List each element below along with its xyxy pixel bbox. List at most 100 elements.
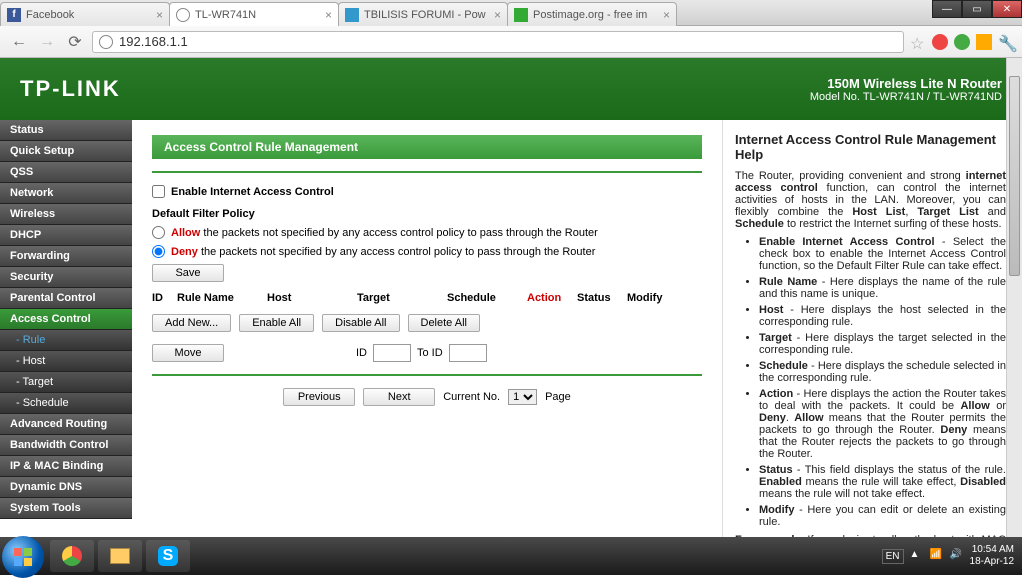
disable-all-button[interactable]: Disable All <box>322 314 399 332</box>
sidebar-item-advanced-routing[interactable]: Advanced Routing <box>0 414 132 435</box>
divider <box>152 171 702 173</box>
close-icon[interactable]: × <box>156 8 163 22</box>
ext-icon-2[interactable] <box>954 34 970 50</box>
windows-taskbar: S EN ▲ 📶 🔊 10:54 AM18-Apr-12 <box>0 537 1022 575</box>
th-host: Host <box>267 292 357 304</box>
sidebar-item-network[interactable]: Network <box>0 183 132 204</box>
help-intro: The Router, providing convenient and str… <box>735 170 1006 230</box>
help-item: Enable Internet Access Control - Select … <box>759 236 1006 272</box>
close-icon[interactable]: × <box>663 8 670 22</box>
url-bar[interactable]: 192.168.1.1 <box>92 31 904 53</box>
sidebar-sub-rule[interactable]: - Rule <box>0 330 132 351</box>
tab-label: Postimage.org - free im <box>533 9 647 21</box>
help-item: Rule Name - Here displays the name of th… <box>759 276 1006 300</box>
flag-icon[interactable]: ▲ <box>910 549 924 563</box>
id-input[interactable] <box>373 344 411 362</box>
sidebar-item-parental[interactable]: Parental Control <box>0 288 132 309</box>
page-select[interactable]: 1 <box>508 389 537 405</box>
sidebar-item-access-control[interactable]: Access Control <box>0 309 132 330</box>
deny-radio[interactable] <box>152 245 165 258</box>
close-icon[interactable]: × <box>494 8 501 22</box>
forward-button[interactable]: → <box>36 31 58 53</box>
sidebar-item-quick-setup[interactable]: Quick Setup <box>0 141 132 162</box>
minimize-button[interactable]: — <box>932 0 962 18</box>
url-text: 192.168.1.1 <box>119 34 188 49</box>
policy-heading: Default Filter Policy <box>152 208 702 220</box>
sidebar-item-qss[interactable]: QSS <box>0 162 132 183</box>
tab-forum[interactable]: TBILISIS FORUMI - Pow × <box>338 2 508 26</box>
wrench-icon[interactable]: 🔧 <box>998 34 1014 50</box>
sidebar-item-ddns[interactable]: Dynamic DNS <box>0 477 132 498</box>
sidebar-item-system-tools[interactable]: System Tools <box>0 498 132 519</box>
th-id: ID <box>152 292 177 304</box>
divider <box>152 374 702 376</box>
enable-checkbox[interactable] <box>152 185 165 198</box>
tab-tplink[interactable]: TL-WR741N× <box>169 2 339 26</box>
add-new-button[interactable]: Add New... <box>152 314 231 332</box>
star-icon[interactable]: ☆ <box>910 34 926 50</box>
tab-label: Facebook <box>26 9 74 21</box>
sidebar-item-status[interactable]: Status <box>0 120 132 141</box>
page-label: Page <box>545 391 571 403</box>
scroll-thumb[interactable] <box>1009 76 1020 276</box>
taskbar-app-explorer[interactable] <box>98 540 142 572</box>
allow-radio[interactable] <box>152 226 165 239</box>
save-button[interactable]: Save <box>152 264 224 282</box>
close-window-button[interactable]: ✕ <box>992 0 1022 18</box>
move-button[interactable]: Move <box>152 344 224 362</box>
help-panel: Internet Access Control Rule Management … <box>722 120 1022 538</box>
delete-all-button[interactable]: Delete All <box>408 314 480 332</box>
sidebar-sub-target[interactable]: - Target <box>0 372 132 393</box>
help-title: Internet Access Control Rule Management … <box>735 132 1006 162</box>
th-schedule: Schedule <box>447 292 527 304</box>
tplink-logo: TP-LINK <box>20 76 121 102</box>
taskbar-app-skype[interactable]: S <box>146 540 190 572</box>
help-item: Action - Here displays the action the Ro… <box>759 388 1006 460</box>
sidebar-item-dhcp[interactable]: DHCP <box>0 225 132 246</box>
close-icon[interactable]: × <box>325 8 332 22</box>
sidebar-item-security[interactable]: Security <box>0 267 132 288</box>
enable-all-button[interactable]: Enable All <box>239 314 314 332</box>
th-status: Status <box>577 292 627 304</box>
toid-input[interactable] <box>449 344 487 362</box>
sidebar-item-forwarding[interactable]: Forwarding <box>0 246 132 267</box>
ext-icon-3[interactable] <box>976 34 992 50</box>
th-target: Target <box>357 292 447 304</box>
ext-icon-1[interactable] <box>932 34 948 50</box>
sidebar-item-ipmac[interactable]: IP & MAC Binding <box>0 456 132 477</box>
router-title: 150M Wireless Lite N Router <box>810 76 1002 91</box>
page-title: Access Control Rule Management <box>152 135 702 159</box>
th-action: Action <box>527 292 577 304</box>
tray-lang[interactable]: EN <box>882 549 904 564</box>
reload-button[interactable]: ⟳ <box>64 31 86 53</box>
sidebar-sub-host[interactable]: - Host <box>0 351 132 372</box>
tab-postimage[interactable]: Postimage.org - free im × <box>507 2 677 26</box>
start-button[interactable] <box>2 536 44 578</box>
next-button[interactable]: Next <box>363 388 435 406</box>
volume-icon[interactable]: 🔊 <box>950 549 964 563</box>
network-icon[interactable]: 📶 <box>930 549 944 563</box>
tab-facebook[interactable]: fFacebook× <box>0 2 170 26</box>
back-button[interactable]: ← <box>8 31 30 53</box>
system-tray[interactable]: EN ▲ 📶 🔊 10:54 AM18-Apr-12 <box>882 544 1022 568</box>
sidebar-item-wireless[interactable]: Wireless <box>0 204 132 225</box>
help-item: Target - Here displays the target select… <box>759 332 1006 356</box>
sidebar: Status Quick Setup QSS Network Wireless … <box>0 120 132 538</box>
current-no-label: Current No. <box>443 391 500 403</box>
th-rule: Rule Name <box>177 292 267 304</box>
help-item: Status - This field displays the status … <box>759 464 1006 500</box>
scrollbar[interactable] <box>1006 58 1022 537</box>
previous-button[interactable]: Previous <box>283 388 355 406</box>
tab-label: TBILISIS FORUMI - Pow <box>364 9 486 21</box>
tray-clock[interactable]: 10:54 AM18-Apr-12 <box>970 544 1014 568</box>
taskbar-app-chrome[interactable] <box>50 540 94 572</box>
sidebar-sub-schedule[interactable]: - Schedule <box>0 393 132 414</box>
deny-label: Deny the packets not specified by any ac… <box>171 246 595 258</box>
sidebar-item-bandwidth[interactable]: Bandwidth Control <box>0 435 132 456</box>
maximize-button[interactable]: ▭ <box>962 0 992 18</box>
router-banner: TP-LINK 150M Wireless Lite N Router Mode… <box>0 58 1022 120</box>
help-item: Schedule - Here displays the schedule se… <box>759 360 1006 384</box>
help-item: Host - Here displays the host selected i… <box>759 304 1006 328</box>
browser-tabstrip: fFacebook× TL-WR741N× TBILISIS FORUMI - … <box>0 0 1022 26</box>
table-header: ID Rule Name Host Target Schedule Action… <box>152 288 702 308</box>
